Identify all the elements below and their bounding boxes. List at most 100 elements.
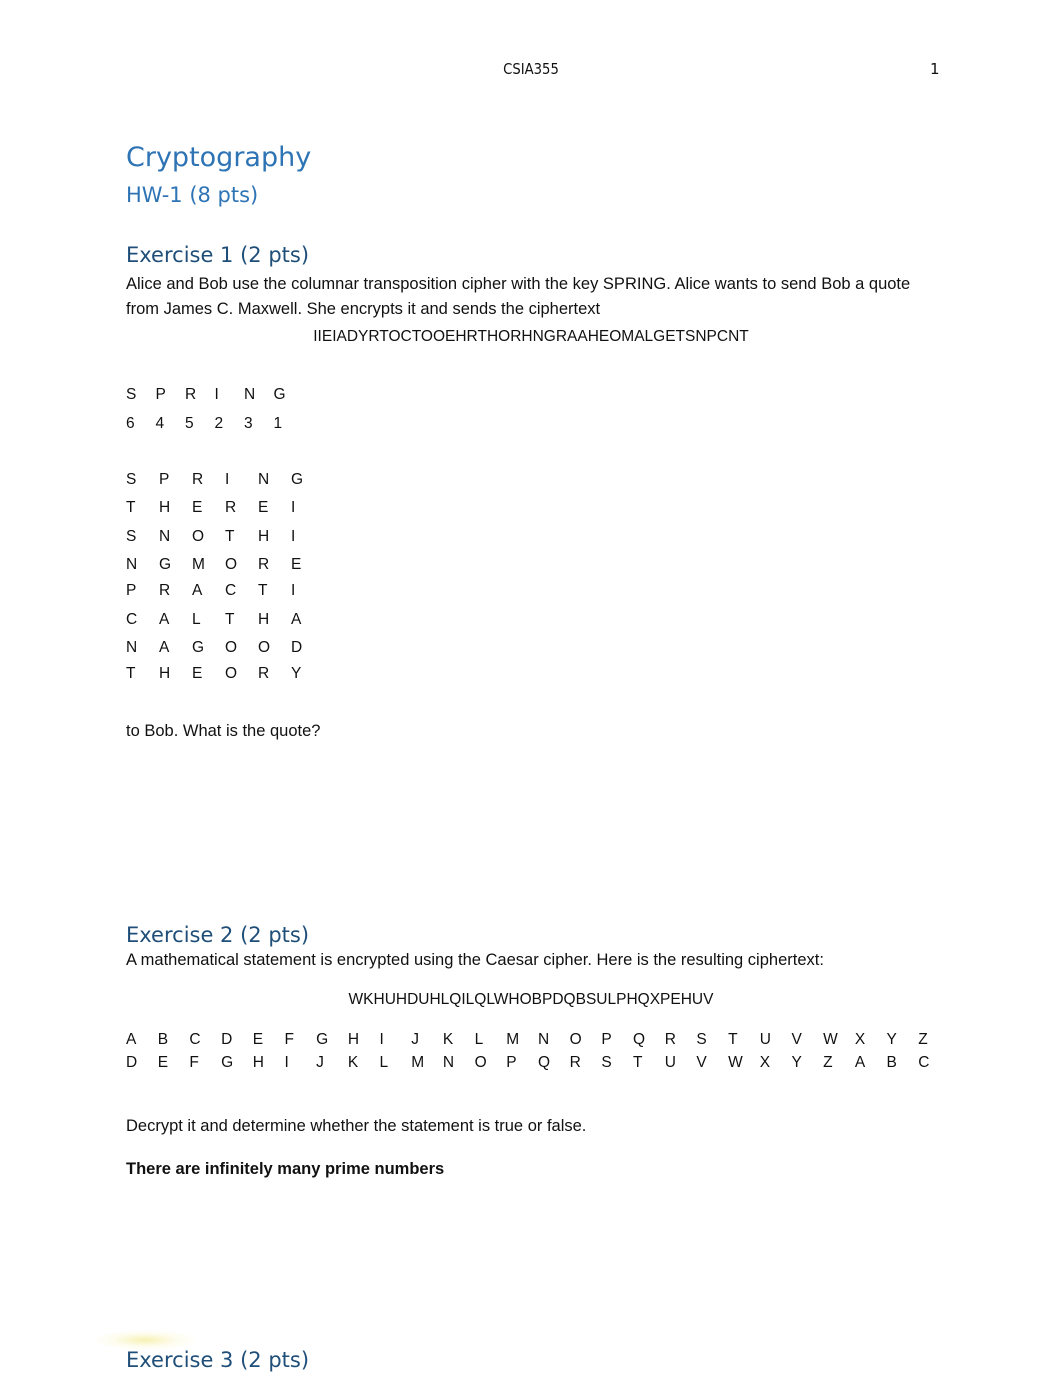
document-title: Cryptography [126,142,312,173]
cipher-letter: S [601,1054,612,1071]
key-letter: R [185,386,197,403]
grid-cell: T [258,582,268,599]
plain-letter: I [379,1031,384,1048]
cipher-letter: D [126,1054,138,1071]
grid-cell: A [159,611,170,628]
cipher-letter: H [252,1054,264,1071]
grid-row: N G M O R E [126,556,324,574]
cipher-letter: P [506,1054,517,1071]
cipher-letter: M [411,1054,425,1071]
grid-cell: L [192,611,201,628]
cipher-letter: T [633,1054,643,1071]
cipher-letter: B [886,1054,897,1071]
grid-row: S N O T H I [126,528,324,546]
cipher-letter: O [474,1054,487,1071]
grid-cell: T [126,665,136,682]
plain-letter: E [252,1031,264,1048]
exercise-1-heading: Exercise 1 (2 pts) [126,243,310,267]
plain-letter: O [569,1031,582,1048]
grid-cell: N [126,556,138,573]
exercise-2-intro: A mathematical statement is encrypted us… [126,951,824,969]
key-order-number: 3 [244,415,253,432]
exercise-2-answer: There are infinitely many prime numbers [126,1160,445,1178]
key-letter: N [244,386,256,403]
grid-cell: Y [291,665,302,682]
header-course-code: CSIA355 [503,60,559,78]
key-order-number: 2 [214,415,224,432]
highlight-glow [95,1330,195,1350]
grid-cell: O [192,528,205,545]
grid-row: N A G O O D [126,639,324,657]
plain-letter: J [411,1031,419,1048]
plain-letter: U [759,1031,771,1048]
plain-letter: P [601,1031,612,1048]
grid-cell: O [258,639,271,656]
grid-header-cell: N [258,471,270,488]
cipher-letter: V [696,1054,707,1071]
grid-header-cell: R [192,471,204,488]
grid-header-cell: I [225,471,230,488]
key-order-number: 5 [185,415,194,432]
plain-letter: W [823,1031,838,1048]
grid-cell: A [159,639,170,656]
cipher-letter: K [347,1054,359,1071]
grid-cell: T [225,611,235,628]
plain-letter: Y [886,1031,897,1048]
plain-letter: H [347,1031,360,1048]
grid-cell: A [192,582,203,599]
key-letter: I [214,386,219,403]
grid-cell: P [126,582,137,599]
grid-cell: T [225,528,235,545]
plain-alphabet-row: A B C D E F G H I J K L MN O P Q R S T U V WX Y Z [126,1031,950,1049]
grid-cell: E [291,556,302,573]
plain-letter: B [157,1031,169,1048]
grid-header-cell: P [159,471,170,488]
cipher-letter: Z [823,1054,833,1071]
grid-cell: C [225,582,237,599]
key-letter: G [273,386,286,403]
cipher-letter: E [157,1054,169,1071]
cipher-alphabet-row: D E F G H I J K L MN O P Q R S T U V WX Y Z A B C [126,1054,950,1072]
cipher-letter: N [442,1054,455,1071]
grid-cell: G [192,639,205,656]
cipher-letter: Y [791,1054,802,1071]
cipher-letter: R [569,1054,581,1071]
grid-cell: T [126,499,136,516]
plain-letter: X [854,1031,866,1048]
key-letter: P [155,386,166,403]
plain-letter: G [316,1031,329,1048]
grid-cell: O [225,639,238,656]
cipher-letter: X [759,1054,771,1071]
grid-cell: C [126,611,138,628]
grid-cell: S [126,528,137,545]
grid-header-cell: G [291,471,304,488]
plain-letter: L [474,1031,484,1048]
exercise-3-heading: Exercise 3 (2 pts) [126,1348,310,1372]
grid-cell: R [258,556,270,573]
grid-row: T H E R E I [126,499,324,517]
cipher-letter: C [918,1054,930,1071]
grid-cell: H [159,499,171,516]
grid-cell: A [291,611,302,628]
document-subtitle: HW-1 (8 pts) [126,183,259,207]
plain-letter: Z [918,1031,928,1048]
cipher-letter: J [316,1054,324,1071]
plain-letter: D [221,1031,233,1048]
cipher-letter: I [284,1054,289,1071]
cipher-letter: G [221,1054,234,1071]
grid-header-cell: S [126,471,137,488]
key-letter: S [126,386,137,403]
cipher-letter: U [664,1054,676,1071]
exercise-1-ciphertext: IIEIADYRTOCTOOEHRTHORHNGRAAHEOMALGETSNPC… [313,328,749,345]
key-order-row: 6 4 5 2 3 1 [126,415,303,433]
grid-cell: R [258,665,270,682]
plain-letter: C [189,1031,201,1048]
exercise-2-question: Decrypt it and determine whether the sta… [126,1117,587,1135]
grid-cell: E [192,665,203,682]
grid-cell: H [159,665,171,682]
plain-letter: S [696,1031,707,1048]
exercise-2-heading: Exercise 2 (2 pts) [126,923,310,947]
grid-cell: I [291,582,296,599]
key-order-number: 6 [126,415,135,432]
grid-cell: R [225,499,237,516]
